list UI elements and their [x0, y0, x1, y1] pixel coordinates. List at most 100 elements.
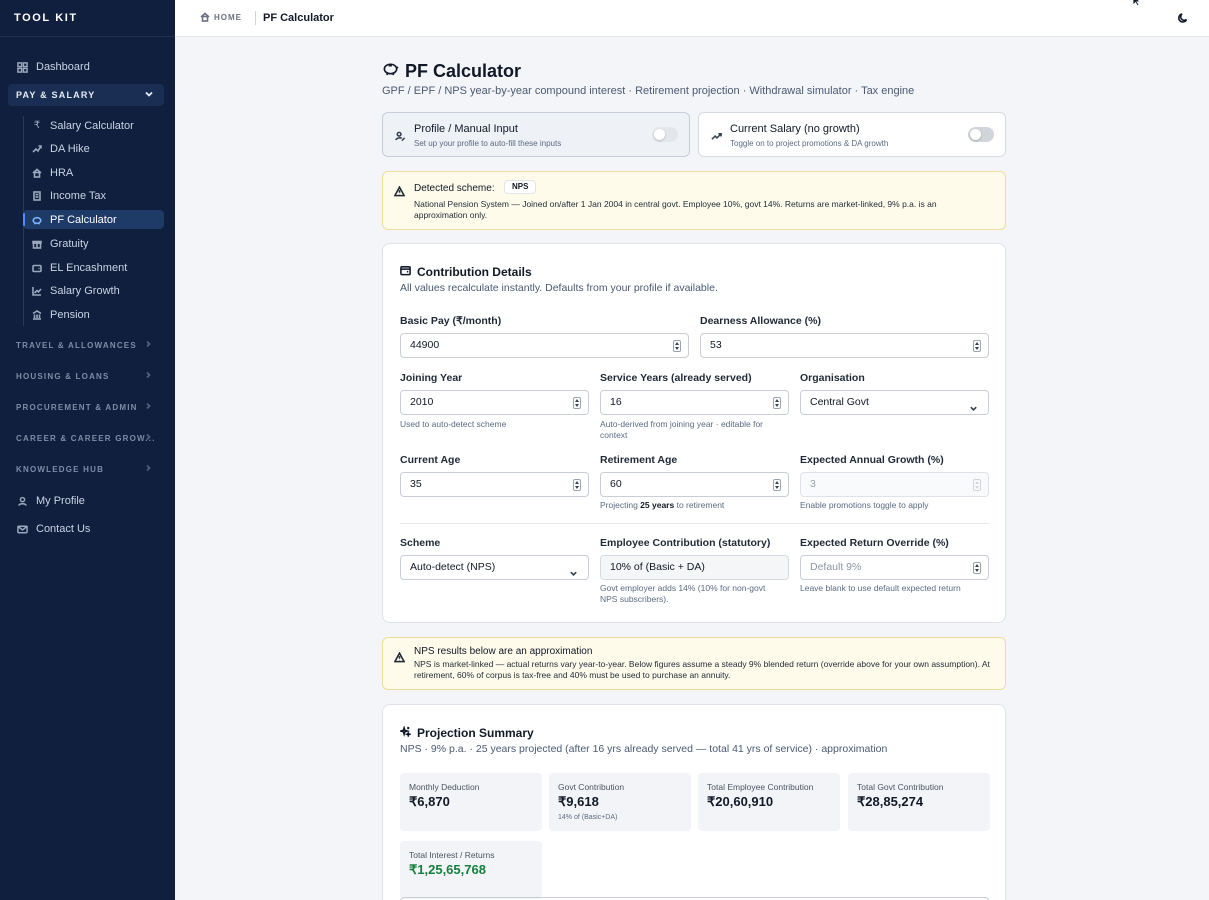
stat-value: ₹28,85,274: [857, 794, 924, 809]
page-subtitle: GPF / EPF / NPS year-by-year compound in…: [382, 85, 915, 97]
warning-icon: [393, 184, 406, 202]
stat-total-govt-contribution: Total Govt Contribution ₹28,85,274: [848, 773, 990, 831]
sidebar-item-el-encashment[interactable]: EL Encashment: [23, 258, 164, 277]
projection-card-header: Projection Summary: [398, 724, 534, 742]
hint-text: Projecting: [600, 500, 641, 510]
wallet-icon: [400, 263, 417, 281]
stat-value: ₹6,870: [409, 794, 450, 809]
sidebar-item-label: Income Tax: [50, 189, 107, 202]
growth-value: 3: [810, 478, 816, 490]
service-years-hint: Auto-derived from joining year · editabl…: [600, 419, 763, 440]
profile-toggle-switch[interactable]: [652, 127, 678, 142]
theme-toggle-button[interactable]: [1177, 11, 1191, 25]
da-input[interactable]: 53: [700, 333, 989, 358]
sidebar-group-procurement-admin[interactable]: PROCUREMENT & ADMIN: [16, 398, 164, 416]
piggy-bank-icon: [31, 215, 43, 225]
basic-pay-input[interactable]: 44900: [400, 333, 689, 358]
basic-pay-label: Basic Pay (₹/month): [400, 315, 502, 327]
piggy-bank-icon: [382, 60, 405, 82]
number-stepper-icon[interactable]: [773, 479, 781, 491]
sidebar-item-salary-growth[interactable]: Salary Growth: [23, 281, 164, 300]
projection-card-desc: NPS · 9% p.a. · 25 years projected (afte…: [400, 743, 888, 755]
da-label: Dearness Allowance (%): [700, 315, 821, 327]
number-stepper-icon[interactable]: [973, 340, 981, 352]
gift-icon: [31, 239, 43, 249]
sidebar-item-label: DA Hike: [50, 142, 90, 155]
stat-label: Total Interest / Returns: [409, 850, 495, 860]
service-years-input[interactable]: 16: [600, 390, 789, 415]
chevron-right-icon: [144, 464, 152, 472]
chevron-right-icon: [144, 340, 152, 348]
warning-icon: [393, 650, 406, 668]
employee-contrib-value: 10% of (Basic + DA): [610, 561, 705, 573]
number-stepper-icon[interactable]: [573, 479, 581, 491]
return-override-hint: Leave blank to use default expected retu…: [800, 583, 961, 593]
sidebar-item-gratuity[interactable]: Gratuity: [23, 234, 164, 253]
return-override-input[interactable]: Default 9%: [800, 555, 989, 580]
contribution-card-desc: All values recalculate instantly. Defaul…: [400, 282, 718, 294]
sidebar-group-knowledge-hub[interactable]: KNOWLEDGE HUB: [16, 460, 164, 478]
growth-input[interactable]: 3: [800, 472, 989, 497]
sidebar-item-hra[interactable]: HRA: [23, 163, 164, 182]
chevron-down-icon: [969, 399, 978, 411]
sidebar-group-pay-salary[interactable]: PAY & SALARY: [8, 84, 164, 106]
organisation-label: Organisation: [800, 372, 865, 384]
sidebar-item-label: Dashboard: [36, 61, 90, 73]
home-icon: [200, 12, 210, 22]
profile-toggle-title: Profile / Manual Input: [414, 123, 518, 135]
chevron-down-icon: [569, 564, 578, 576]
sidebar-item-dashboard[interactable]: Dashboard: [10, 56, 164, 78]
sidebar-item-label: Contact Us: [36, 523, 91, 535]
joining-year-input[interactable]: 2010: [400, 390, 589, 415]
trend-up-icon: [711, 129, 722, 147]
contribution-details-card: Contribution Details All values recalcul…: [382, 243, 1006, 623]
sidebar-group-housing-loans[interactable]: HOUSING & LOANS: [16, 367, 164, 385]
sidebar-item-salary-calculator[interactable]: ₹ Salary Calculator: [23, 116, 164, 135]
chart-icon: [31, 286, 43, 296]
sidebar-group-travel-allowances[interactable]: TRAVEL & ALLOWANCES: [16, 336, 164, 354]
current-age-input[interactable]: 35: [400, 472, 589, 497]
detected-scheme-alert: Detected scheme: National Pension System…: [382, 171, 1006, 230]
house-icon: [31, 167, 43, 178]
scheme-select[interactable]: Auto-detect (NPS): [400, 555, 589, 580]
sidebar-item-pf-calculator[interactable]: PF Calculator: [23, 210, 164, 229]
sidebar-group-label: CAREER & CAREER GROW...: [16, 433, 156, 443]
sidebar-group-career[interactable]: CAREER & CAREER GROW...: [16, 429, 164, 447]
rupee-icon: ₹: [33, 120, 41, 131]
retirement-age-input[interactable]: 60: [600, 472, 789, 497]
sidebar-group-label: TRAVEL & ALLOWANCES: [16, 340, 137, 350]
detected-scheme-body: National Pension System — Joined on/afte…: [414, 199, 937, 220]
organisation-select[interactable]: Central Govt: [800, 390, 989, 415]
salary-toggle-switch[interactable]: [968, 127, 994, 142]
sidebar-group-label: PAY & SALARY: [16, 90, 96, 100]
brand-logo: TOOL KIT: [14, 12, 78, 24]
current-age-value: 35: [410, 478, 422, 490]
stat-value: ₹9,618: [558, 794, 599, 809]
detected-scheme-label: Detected scheme:: [414, 183, 495, 194]
hint-years: 25 years: [640, 500, 675, 510]
contribution-card-title: Contribution Details: [417, 265, 532, 279]
sidebar-item-my-profile[interactable]: My Profile: [10, 490, 164, 512]
return-override-placeholder: Default 9%: [810, 561, 862, 573]
sidebar-item-income-tax[interactable]: Income Tax: [23, 186, 164, 205]
sidebar-group-label: PROCUREMENT & ADMIN: [16, 402, 138, 412]
number-stepper-icon[interactable]: [973, 562, 981, 574]
breadcrumb-home[interactable]: HOME: [200, 12, 242, 22]
contribution-card-header: Contribution Details: [400, 263, 532, 281]
number-stepper-icon[interactable]: [673, 340, 681, 352]
sidebar-item-pension[interactable]: Pension: [23, 305, 164, 324]
number-stepper-icon[interactable]: [773, 397, 781, 409]
top-bar: HOME PF Calculator: [175, 0, 1209, 37]
stat-note: 14% of (Basic+DA): [558, 814, 618, 821]
sidebar-item-label: PF Calculator: [50, 213, 117, 226]
stat-label: Total Govt Contribution: [857, 782, 944, 792]
number-stepper-icon[interactable]: [573, 397, 581, 409]
sidebar-item-da-hike[interactable]: DA Hike: [23, 139, 164, 158]
current-salary-toggle-card[interactable]: Current Salary (no growth) Toggle on to …: [698, 112, 1006, 157]
profile-manual-toggle-card[interactable]: Profile / Manual Input Set up your profi…: [382, 112, 690, 157]
mail-icon: [16, 523, 28, 535]
salary-toggle-title: Current Salary (no growth): [730, 123, 860, 135]
return-override-label: Expected Return Override (%): [800, 537, 949, 549]
sidebar-item-contact-us[interactable]: Contact Us: [10, 518, 164, 540]
section-divider: [400, 523, 989, 524]
